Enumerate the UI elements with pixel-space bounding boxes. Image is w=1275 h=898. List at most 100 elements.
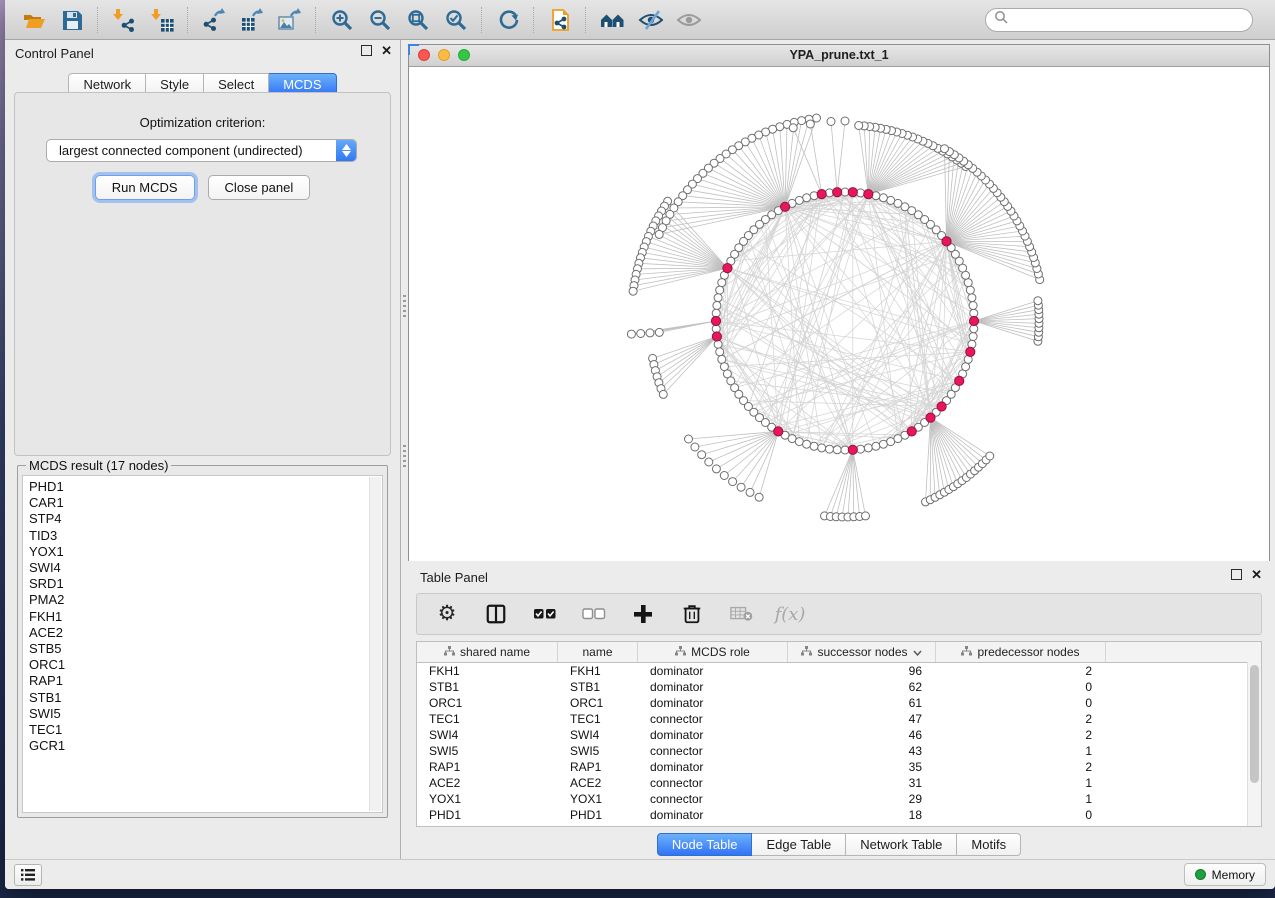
memory-label: Memory	[1212, 868, 1255, 882]
mcds-result-node[interactable]: STB1	[29, 690, 364, 706]
mcds-result-node[interactable]: STB5	[29, 641, 364, 657]
table-row[interactable]: RAP1RAP1dominator352	[417, 759, 1261, 775]
mcds-result-node[interactable]: YOX1	[29, 544, 364, 560]
column-header-predecessor-nodes[interactable]: predecessor nodes	[936, 642, 1106, 662]
mcds-result-node[interactable]: PMA2	[29, 592, 364, 608]
tab-node-table[interactable]: Node Table	[657, 833, 753, 856]
memory-button[interactable]: Memory	[1184, 863, 1266, 886]
zoom-selected-icon[interactable]	[437, 4, 475, 36]
table-row[interactable]: FKH1FKH1dominator962	[417, 663, 1261, 679]
search-box[interactable]	[985, 8, 1253, 32]
column-header-MCDS-role[interactable]: MCDS role	[638, 642, 788, 662]
cell-predecessors: 0	[936, 808, 1106, 822]
cell-name: FKH1	[558, 664, 638, 678]
network-title: YPA_prune.txt_1	[409, 48, 1269, 62]
close-panel-icon[interactable]: ✕	[381, 45, 392, 56]
column-type-icon	[444, 645, 455, 659]
refresh-layout-icon[interactable]	[489, 4, 527, 36]
network-view-window: YPA_prune.txt_1	[408, 44, 1270, 561]
mcds-result-node[interactable]: STP4	[29, 511, 364, 527]
import-table-icon[interactable]	[143, 4, 181, 36]
export-table-icon[interactable]	[233, 4, 271, 36]
status-bar: Memory	[5, 859, 1275, 889]
cell-name: SWI5	[558, 744, 638, 758]
mcds-result-node[interactable]: ACE2	[29, 625, 364, 641]
mcds-result-node[interactable]: ORC1	[29, 657, 364, 673]
cell-name: STB1	[558, 680, 638, 694]
table-row[interactable]: SWI4SWI4dominator462	[417, 727, 1261, 743]
run-mcds-button[interactable]: Run MCDS	[95, 175, 195, 200]
mcds-result-node[interactable]: PHD1	[29, 479, 364, 495]
cell-predecessors: 1	[936, 776, 1106, 790]
column-header-successor-nodes[interactable]: successor nodes	[788, 642, 936, 662]
optimization-criterion-dropdown[interactable]: largest connected component (undirected)	[46, 139, 357, 162]
zoom-fit-icon[interactable]	[399, 4, 437, 36]
cell-shared_name: ACE2	[417, 776, 558, 790]
save-session-icon[interactable]	[53, 4, 91, 36]
mcds-result-node[interactable]: SWI5	[29, 706, 364, 722]
mcds-result-node[interactable]: RAP1	[29, 673, 364, 689]
cell-predecessors: 1	[936, 792, 1106, 806]
splitter-grip[interactable]	[403, 445, 406, 467]
open-file-icon[interactable]	[15, 4, 53, 36]
cell-predecessors: 2	[936, 728, 1106, 742]
network-view-titlebar[interactable]: YPA_prune.txt_1	[409, 45, 1269, 67]
cell-role: connector	[638, 776, 788, 790]
search-input[interactable]	[1009, 10, 1252, 30]
select-all-icon[interactable]	[533, 601, 557, 627]
table-scrollbar-thumb[interactable]	[1250, 665, 1259, 783]
table-row[interactable]: STB1STB1dominator620	[417, 679, 1261, 695]
table-row[interactable]: TEC1TEC1connector472	[417, 711, 1261, 727]
table-row[interactable]: PHD1PHD1dominator180	[417, 807, 1261, 823]
delete-table-icon	[729, 601, 753, 627]
column-header-shared-name[interactable]: shared name	[417, 642, 558, 662]
cell-successors: 47	[788, 712, 936, 726]
zoom-in-icon[interactable]	[323, 4, 361, 36]
table-row[interactable]: SWI5SWI5connector431	[417, 743, 1261, 759]
show-all-icon[interactable]	[669, 4, 707, 36]
float-table-panel-icon[interactable]	[1231, 569, 1242, 580]
deselect-all-icon[interactable]	[582, 601, 606, 627]
float-panel-icon[interactable]	[361, 45, 372, 56]
cell-name: SWI4	[558, 728, 638, 742]
columns-icon[interactable]	[484, 601, 508, 627]
splitter-grip[interactable]	[403, 295, 406, 317]
cell-successors: 35	[788, 760, 936, 774]
mcds-result-list[interactable]: PHD1CAR1STP4TID3YOX1SWI4SRD1PMA2FKH1ACE2…	[22, 475, 383, 813]
toolbar-separator	[585, 7, 587, 33]
tab-motifs[interactable]: Motifs	[957, 833, 1021, 856]
mcds-result-node[interactable]: TID3	[29, 528, 364, 544]
hide-selected-icon[interactable]	[631, 4, 669, 36]
gear-icon[interactable]: ⚙	[435, 601, 459, 627]
mcds-result-node[interactable]: FKH1	[29, 609, 364, 625]
add-row-icon[interactable]	[631, 601, 655, 627]
close-panel-button[interactable]: Close panel	[208, 175, 311, 200]
first-neighbors-icon[interactable]	[593, 4, 631, 36]
mcds-result-node[interactable]: SWI4	[29, 560, 364, 576]
close-table-panel-icon[interactable]: ✕	[1251, 569, 1262, 580]
new-network-from-selection-icon[interactable]	[541, 4, 579, 36]
result-scrollbar[interactable]	[369, 477, 381, 811]
tab-network-table[interactable]: Network Table	[846, 833, 957, 856]
mcds-result-node[interactable]: GCR1	[29, 738, 364, 754]
delete-row-icon[interactable]	[680, 601, 704, 627]
export-image-icon[interactable]	[271, 4, 309, 36]
import-network-icon[interactable]	[105, 4, 143, 36]
network-canvas[interactable]	[409, 67, 1269, 561]
toolbar-separator	[533, 7, 535, 33]
mcds-result-node[interactable]: TEC1	[29, 722, 364, 738]
app-manager-button[interactable]	[14, 864, 42, 886]
column-header-name[interactable]: name	[558, 642, 638, 662]
table-row[interactable]: YOX1YOX1connector291	[417, 791, 1261, 807]
cell-successors: 29	[788, 792, 936, 806]
tab-edge-table[interactable]: Edge Table	[752, 833, 846, 856]
cell-name: YOX1	[558, 792, 638, 806]
table-row[interactable]: ACE2ACE2connector311	[417, 775, 1261, 791]
zoom-out-icon[interactable]	[361, 4, 399, 36]
export-network-icon[interactable]	[195, 4, 233, 36]
mcds-result-node[interactable]: SRD1	[29, 576, 364, 592]
table-row[interactable]: ORC1ORC1dominator610	[417, 695, 1261, 711]
mcds-result-node[interactable]: CAR1	[29, 495, 364, 511]
main-toolbar	[5, 0, 1275, 40]
table-scrollbar[interactable]	[1247, 662, 1261, 826]
